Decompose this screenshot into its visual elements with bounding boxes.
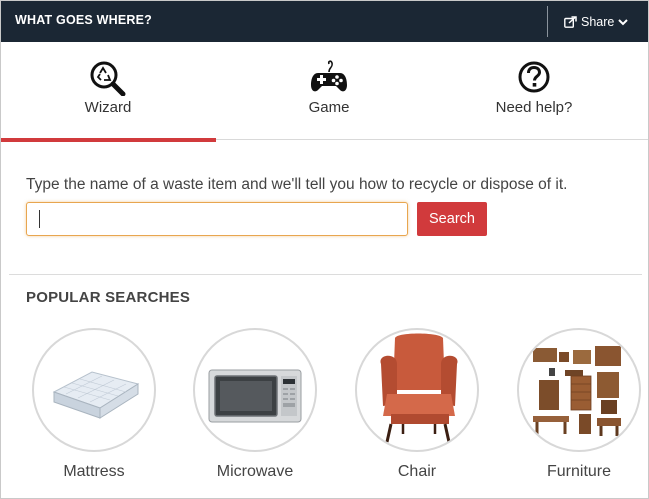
popular-item-mattress[interactable]: Mattress (32, 328, 156, 498)
search-input[interactable] (26, 202, 408, 236)
section-divider (9, 274, 642, 275)
chevron-down-icon (618, 18, 629, 26)
app-title: WHAT GOES WHERE? (15, 13, 152, 27)
search-prompt: Type the name of a waste item and we'll … (26, 176, 568, 193)
app-frame: WHAT GOES WHERE? Share Wizard Game Need … (0, 0, 649, 499)
header-bar: WHAT GOES WHERE? Share (1, 1, 648, 42)
gamepad-icon (309, 60, 349, 101)
popular-item-label: Chair (397, 463, 437, 480)
tab-wizard[interactable]: Wizard (1, 42, 216, 142)
header-divider (547, 6, 548, 37)
popular-item-microwave[interactable]: Microwave (193, 328, 317, 498)
tab-game-label: Game (308, 99, 350, 116)
search-button[interactable]: Search (417, 202, 487, 236)
share-icon (564, 16, 577, 28)
tab-wizard-label: Wizard (84, 99, 132, 116)
popular-item-label: Furniture (546, 463, 612, 480)
popular-item-label: Mattress (63, 463, 125, 480)
tab-game[interactable]: Game (222, 42, 436, 140)
recycle-search-icon (89, 60, 127, 101)
text-cursor (39, 210, 40, 228)
tab-need-help-label: Need help? (495, 99, 573, 116)
popular-searches-title: POPULAR SEARCHES (26, 289, 191, 306)
popular-item-label: Microwave (216, 463, 294, 480)
share-button[interactable]: Share (564, 14, 629, 30)
tab-need-help[interactable]: Need help? (427, 42, 641, 140)
share-label: Share (581, 15, 615, 29)
microwave-image (193, 328, 317, 452)
popular-item-furniture[interactable]: Furniture (517, 328, 641, 498)
popular-item-chair[interactable]: Chair (355, 328, 479, 498)
armchair-image (355, 328, 479, 452)
active-tab-indicator (1, 138, 216, 142)
furniture-image (517, 328, 641, 452)
tab-bar: Wizard Game Need help? (1, 42, 648, 142)
mattress-image (32, 328, 156, 452)
question-circle-icon (517, 60, 551, 99)
